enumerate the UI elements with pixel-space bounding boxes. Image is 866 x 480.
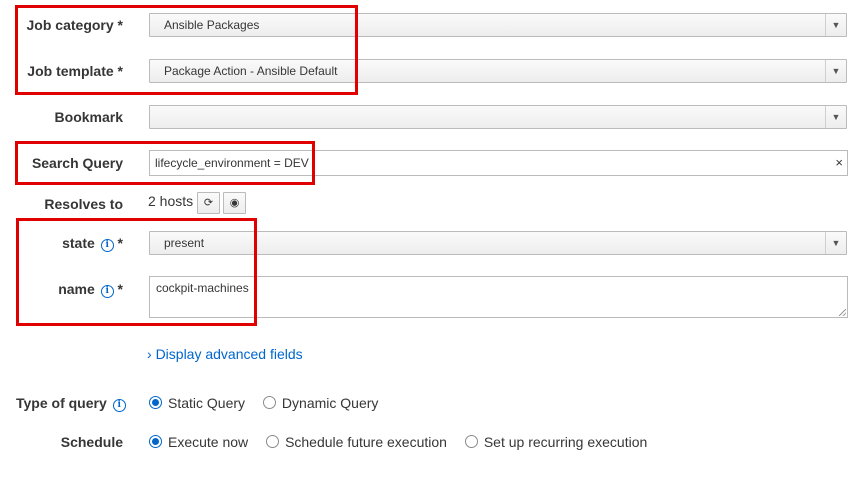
radio-label: Schedule future execution bbox=[285, 434, 447, 450]
eye-icon: ◉ bbox=[229, 197, 240, 209]
radio-dot[interactable] bbox=[149, 396, 162, 409]
radio-execute-now[interactable]: Execute now bbox=[149, 434, 248, 450]
chevron-down-icon[interactable]: ▼ bbox=[825, 60, 846, 82]
radio-schedule-future[interactable]: Schedule future execution bbox=[266, 434, 447, 450]
radio-static-query[interactable]: Static Query bbox=[149, 395, 245, 411]
radio-dot[interactable] bbox=[149, 435, 162, 448]
chevron-down-icon[interactable]: ▼ bbox=[825, 232, 846, 254]
highlight-box-search bbox=[15, 141, 315, 185]
type-of-query-radios: Static Query Dynamic Query bbox=[149, 395, 392, 411]
highlight-box-job bbox=[15, 5, 358, 95]
display-advanced-fields-link[interactable]: › Display advanced fields bbox=[147, 346, 303, 362]
chevron-right-icon: › bbox=[147, 346, 152, 362]
bookmark-label: Bookmark bbox=[54, 109, 123, 125]
resolves-count: 2 hosts bbox=[148, 193, 194, 209]
chevron-down-icon[interactable]: ▼ bbox=[825, 106, 846, 128]
radio-label: Dynamic Query bbox=[281, 395, 379, 411]
clear-icon[interactable]: × bbox=[835, 151, 843, 175]
radio-dot[interactable] bbox=[266, 435, 280, 448]
radio-label: Execute now bbox=[168, 434, 249, 450]
radio-label: Static Query bbox=[168, 395, 246, 411]
resolves-to-label: Resolves to bbox=[44, 196, 123, 212]
refresh-button[interactable]: ⟳ bbox=[197, 192, 220, 214]
radio-recurring[interactable]: Set up recurring execution bbox=[464, 434, 648, 450]
radio-dot[interactable] bbox=[464, 435, 478, 448]
chevron-down-icon[interactable]: ▼ bbox=[825, 14, 846, 36]
schedule-label: Schedule bbox=[60, 434, 123, 450]
schedule-radios: Execute now Schedule future execution Se… bbox=[149, 434, 661, 450]
radio-label: Set up recurring execution bbox=[483, 434, 648, 450]
type-of-query-label: Type of query i bbox=[16, 395, 126, 412]
resize-handle[interactable] bbox=[839, 309, 846, 316]
type-of-query-text: Type of query bbox=[16, 395, 107, 411]
info-icon[interactable]: i bbox=[112, 399, 126, 412]
preview-hosts-button[interactable]: ◉ bbox=[223, 192, 246, 214]
radio-dynamic-query[interactable]: Dynamic Query bbox=[262, 395, 379, 411]
radio-dot[interactable] bbox=[262, 396, 276, 409]
refresh-icon: ⟳ bbox=[203, 197, 214, 209]
bookmark-select[interactable]: ▼ bbox=[149, 105, 847, 129]
display-advanced-fields-text: Display advanced fields bbox=[155, 346, 303, 362]
highlight-box-inputs bbox=[16, 218, 257, 326]
